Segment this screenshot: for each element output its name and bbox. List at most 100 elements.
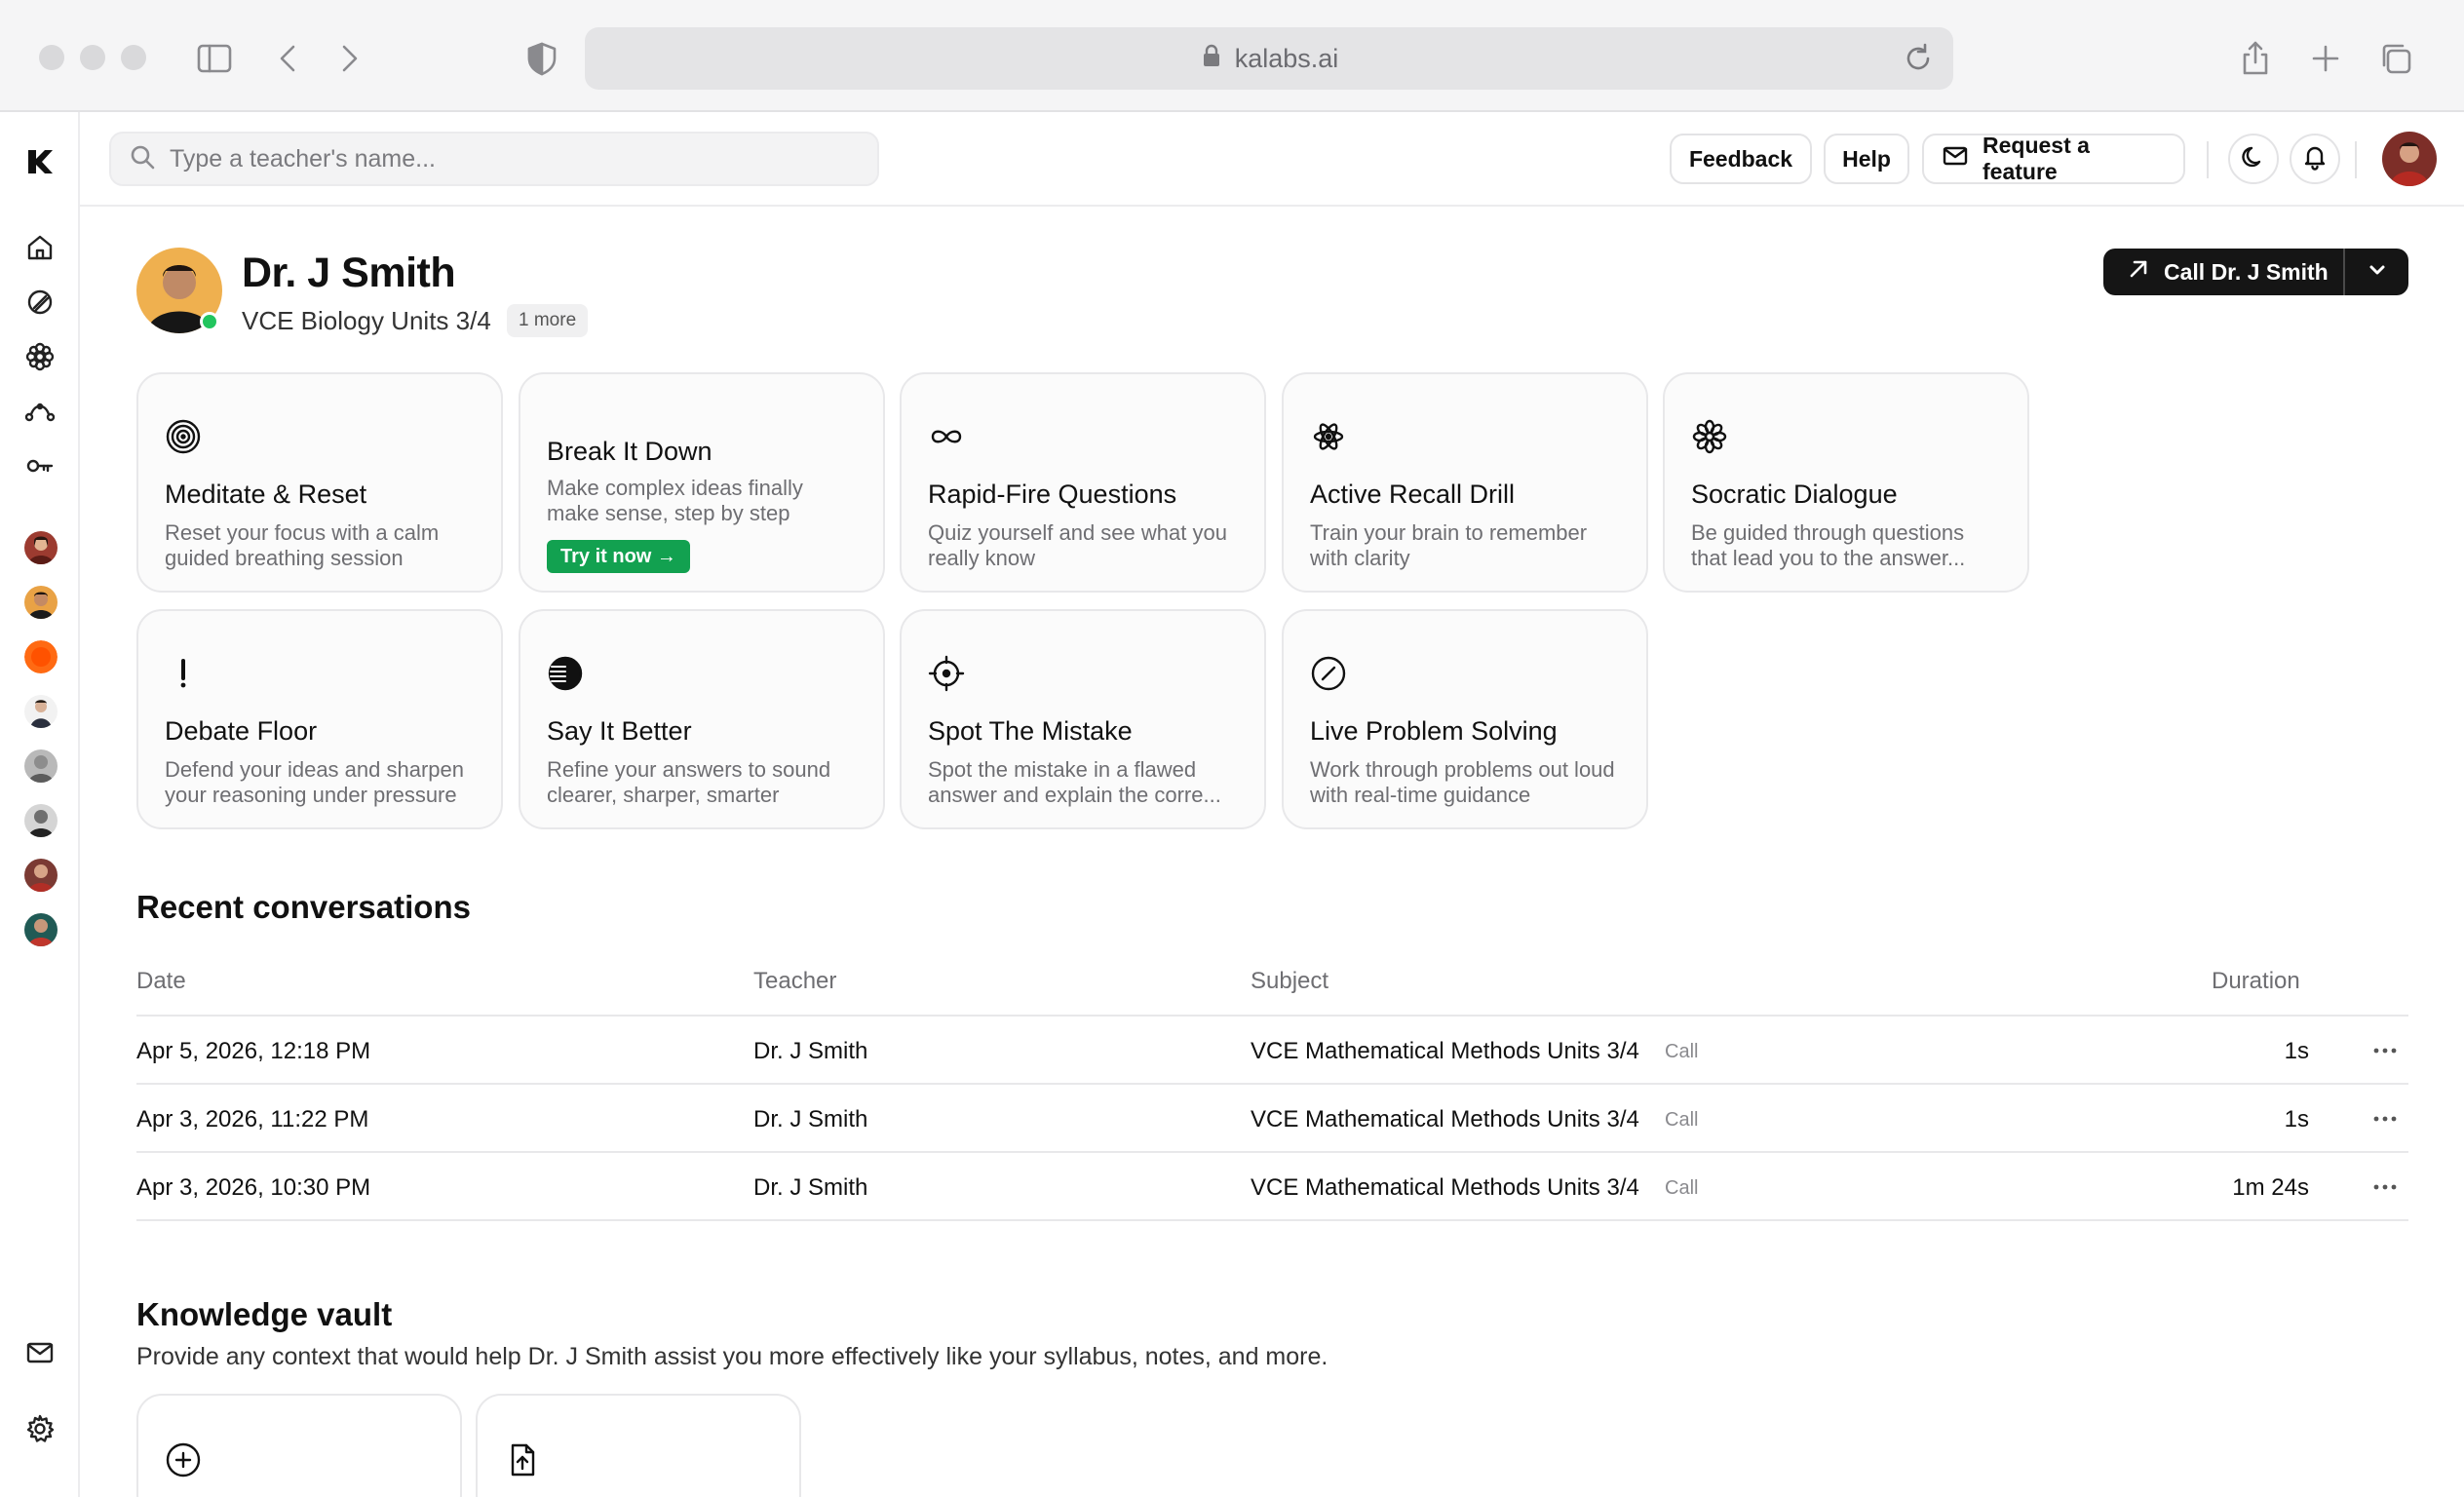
request-feature-button[interactable]: Request a feature xyxy=(1922,133,2185,184)
row-type-badge: Call xyxy=(1665,1041,1699,1062)
chevron-down-icon xyxy=(2366,258,2389,287)
more-subjects-badge[interactable]: 1 more xyxy=(507,304,589,337)
table-row[interactable]: Apr 3, 2026, 11:22 PM Dr. J Smith VCE Ma… xyxy=(136,1085,2408,1153)
mode-card-debate-floor[interactable]: Debate Floor Defend your ideas and sharp… xyxy=(136,609,503,829)
window-close-button[interactable] xyxy=(39,45,64,70)
more-options-icon[interactable] xyxy=(2370,1104,2400,1133)
row-date: Apr 3, 2026, 10:30 PM xyxy=(136,1174,371,1201)
slashed-circle-icon xyxy=(1309,654,1348,693)
target-rings-icon xyxy=(164,417,203,456)
path-icon[interactable] xyxy=(19,391,60,432)
mode-title: Socratic Dialogue xyxy=(1691,480,1898,509)
row-duration: 1s xyxy=(2284,1106,2309,1132)
header-divider xyxy=(2355,141,2357,178)
reload-icon[interactable] xyxy=(1897,37,1940,80)
infinity-icon xyxy=(927,417,966,456)
row-subject: VCE Mathematical Methods Units 3/4 xyxy=(1251,1106,1639,1132)
app-sidebar xyxy=(0,112,80,1497)
mode-title: Say It Better xyxy=(547,716,692,746)
mode-title: Live Problem Solving xyxy=(1310,716,1558,746)
teacher-avatar-8[interactable] xyxy=(24,913,58,946)
search-input[interactable] xyxy=(170,144,877,173)
mode-description: Quiz yourself and see what you really kn… xyxy=(928,520,1227,570)
mode-description: Be guided through questions that lead yo… xyxy=(1691,520,1966,570)
atom-icon xyxy=(1309,417,1348,456)
mode-card-break-it-down[interactable]: Break It Down Make complex ideas finally… xyxy=(519,372,885,593)
mode-description: Make complex ideas finally make sense, s… xyxy=(547,476,803,525)
help-button[interactable]: Help xyxy=(1824,134,1909,184)
mode-card-say-it-better[interactable]: Say It Better Refine your answers to sou… xyxy=(519,609,885,829)
teacher-avatar-7[interactable] xyxy=(24,859,58,892)
user-avatar[interactable] xyxy=(2382,132,2437,186)
modes-flower-icon[interactable] xyxy=(19,336,60,377)
notifications-button[interactable] xyxy=(2290,134,2340,184)
row-type-badge: Call xyxy=(1665,1109,1699,1131)
striped-circle-icon xyxy=(546,654,585,693)
arrow-up-right-icon xyxy=(2127,257,2150,287)
mode-card-socratic-dialogue[interactable]: Socratic Dialogue Be guided through ques… xyxy=(1663,372,2029,593)
header-divider xyxy=(2207,141,2209,178)
mode-title: Break It Down xyxy=(547,437,712,466)
teacher-avatar-5[interactable] xyxy=(24,749,58,783)
address-bar[interactable]: kalabs.ai xyxy=(585,27,1953,90)
sidebar-toggle-icon[interactable] xyxy=(193,37,236,80)
key-icon[interactable] xyxy=(19,445,60,486)
table-row[interactable]: Apr 3, 2026, 10:30 PM Dr. J Smith VCE Ma… xyxy=(136,1153,2408,1221)
row-teacher: Dr. J Smith xyxy=(753,1174,868,1201)
exclamation-icon xyxy=(164,654,203,693)
call-options-dropdown[interactable] xyxy=(2345,249,2408,295)
upload-file-card[interactable] xyxy=(476,1394,801,1497)
plus-circle-icon xyxy=(164,1440,203,1479)
app-header: Feedback Help Request a feature xyxy=(80,112,2464,207)
kalabs-logo-icon[interactable] xyxy=(19,141,60,182)
window-zoom-button[interactable] xyxy=(121,45,146,70)
crosshair-icon xyxy=(927,654,966,693)
more-options-icon[interactable] xyxy=(2370,1036,2400,1065)
window-minimize-button[interactable] xyxy=(80,45,105,70)
mode-description: Reset your focus with a calm guided brea… xyxy=(165,520,440,570)
mail-icon xyxy=(1942,142,1969,175)
share-icon[interactable] xyxy=(2234,37,2277,80)
mail-icon[interactable] xyxy=(19,1332,60,1373)
search-icon xyxy=(129,143,156,175)
mode-description: Work through problems out loud with real… xyxy=(1310,757,1615,807)
row-type-badge: Call xyxy=(1665,1177,1699,1199)
teacher-avatar-6[interactable] xyxy=(24,804,58,837)
theme-toggle-button[interactable] xyxy=(2228,134,2279,184)
column-subject[interactable]: Subject xyxy=(1251,968,1328,995)
table-row[interactable]: Apr 5, 2026, 12:18 PM Dr. J Smith VCE Ma… xyxy=(136,1017,2408,1085)
more-options-icon[interactable] xyxy=(2370,1172,2400,1202)
mode-card-active-recall-drill[interactable]: Active Recall Drill Train your brain to … xyxy=(1282,372,1648,593)
settings-gear-icon[interactable] xyxy=(19,1408,60,1449)
teacher-avatar-1[interactable] xyxy=(24,531,58,564)
mode-card-live-problem-solving[interactable]: Live Problem Solving Work through proble… xyxy=(1282,609,1648,829)
tab-overview-icon[interactable] xyxy=(2374,37,2417,80)
row-subject: VCE Mathematical Methods Units 3/4 xyxy=(1251,1038,1639,1064)
column-date[interactable]: Date xyxy=(136,968,186,995)
new-tab-icon[interactable] xyxy=(2304,37,2347,80)
try-it-now-button[interactable]: Try it now → xyxy=(547,540,690,573)
mode-title: Debate Floor xyxy=(165,716,318,746)
teacher-avatar-3[interactable] xyxy=(24,640,58,673)
mode-card-meditate-reset[interactable]: Meditate & Reset Reset your focus with a… xyxy=(136,372,503,593)
column-duration[interactable]: Duration xyxy=(2212,968,2300,995)
feedback-button[interactable]: Feedback xyxy=(1670,134,1812,184)
forward-icon[interactable] xyxy=(327,37,370,80)
mode-description: Spot the mistake in a flawed answer and … xyxy=(928,757,1221,807)
help-label: Help xyxy=(1842,145,1891,172)
mode-card-rapid-fire-questions[interactable]: Rapid-Fire Questions Quiz yourself and s… xyxy=(900,372,1266,593)
privacy-shield-icon[interactable] xyxy=(520,37,563,80)
teacher-avatar-4[interactable] xyxy=(24,695,58,728)
browser-toolbar: kalabs.ai xyxy=(0,0,2464,112)
back-icon[interactable] xyxy=(267,37,310,80)
teacher-avatar-2-selected[interactable] xyxy=(24,586,58,619)
moon-icon xyxy=(2240,143,2267,175)
call-teacher-button[interactable]: Call Dr. J Smith xyxy=(2103,249,2345,295)
teacher-search[interactable] xyxy=(109,132,879,186)
home-icon[interactable] xyxy=(19,227,60,268)
mode-card-spot-the-mistake[interactable]: Spot The Mistake Spot the mistake in a f… xyxy=(900,609,1266,829)
add-context-card[interactable] xyxy=(136,1394,462,1497)
explore-icon[interactable] xyxy=(19,282,60,323)
knowledge-vault-heading: Knowledge vault xyxy=(136,1296,393,1332)
column-teacher[interactable]: Teacher xyxy=(753,968,836,995)
